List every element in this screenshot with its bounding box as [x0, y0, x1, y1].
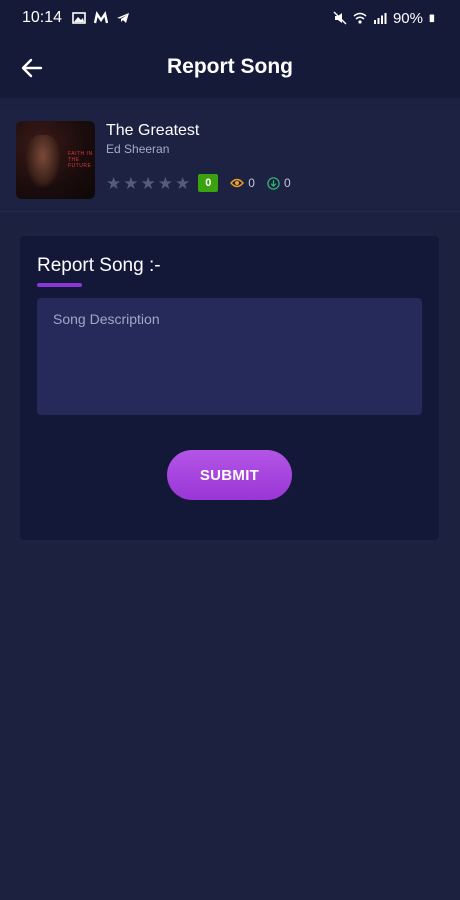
heading-underline	[37, 283, 82, 287]
rating-badge: 0	[198, 174, 219, 192]
eye-icon	[230, 178, 245, 188]
back-button[interactable]	[18, 54, 46, 82]
report-heading: Report Song :-	[37, 255, 161, 276]
song-meta-row: ★ ★ ★ ★ ★ 0 0 0	[106, 172, 291, 194]
album-art-portrait	[26, 135, 60, 187]
page-title: Report Song	[167, 55, 293, 78]
m-app-icon	[94, 11, 109, 24]
telegram-icon	[117, 13, 130, 23]
battery-icon	[429, 14, 435, 23]
album-art-lettering: FAITH IN THE FUTURE	[68, 151, 93, 169]
arrow-left-icon	[21, 58, 43, 78]
report-form-card: Report Song :- SUBMIT	[20, 236, 439, 540]
star-icon[interactable]: ★	[123, 175, 138, 192]
status-notification-icons	[72, 11, 130, 25]
star-icon[interactable]: ★	[106, 175, 121, 192]
views-count: 0	[248, 176, 255, 190]
status-bar: 10:14 90%	[0, 0, 460, 36]
download-icon	[267, 176, 280, 190]
app-bar: Report Song	[0, 36, 460, 98]
lte-signal-icon	[373, 13, 387, 24]
downloads-stat: 0	[267, 176, 291, 190]
status-system-icons: 90%	[333, 10, 438, 27]
battery-percentage: 90%	[392, 9, 423, 27]
star-icon[interactable]: ★	[141, 175, 156, 192]
wifi-icon	[353, 12, 367, 24]
song-description-input[interactable]	[37, 298, 422, 415]
album-art: FAITH IN THE FUTURE	[16, 121, 95, 199]
views-stat: 0	[230, 176, 255, 190]
song-artist: Ed Sheeran	[106, 142, 170, 156]
mute-icon	[333, 11, 347, 25]
song-title: The Greatest	[106, 122, 200, 139]
downloads-count: 0	[283, 176, 291, 190]
star-icon[interactable]: ★	[158, 175, 173, 192]
image-icon	[72, 12, 86, 24]
submit-button[interactable]: SUBMIT	[167, 450, 292, 500]
rating-stars[interactable]: ★ ★ ★ ★ ★	[106, 175, 190, 192]
song-info-header: FAITH IN THE FUTURE The Greatest Ed Shee…	[0, 108, 460, 212]
status-time: 10:14	[22, 9, 63, 26]
star-icon[interactable]: ★	[175, 175, 190, 192]
